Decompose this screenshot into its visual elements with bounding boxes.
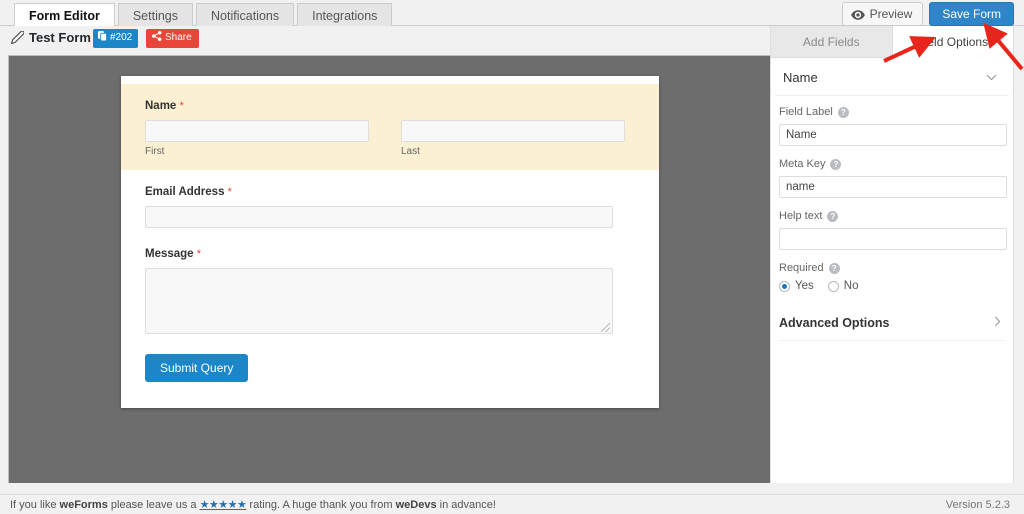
form-title-bar: Test Form #202 Share — [0, 26, 770, 51]
field-label-row: Field Label ? — [779, 106, 1007, 146]
field-label-caption-text: Field Label — [779, 106, 833, 118]
required-asterisk: * — [196, 248, 202, 260]
required-caption: Required ? — [779, 262, 1001, 275]
help-text-caption-text: Help text — [779, 210, 823, 222]
name-first-col: First — [145, 120, 369, 158]
panel-body: Field Label ? Meta Key ? Help text ? — [771, 96, 1013, 292]
help-icon[interactable]: ? — [828, 263, 840, 274]
required-radio-group: Yes No — [779, 280, 1001, 292]
form-field-message[interactable]: Message * — [121, 238, 659, 334]
advanced-options-title: Advanced Options — [779, 316, 890, 330]
form-field-name[interactable]: Name * First Last — [121, 84, 659, 170]
name-inputs-row: First Last — [145, 120, 635, 158]
form-field-name-label: Name * — [145, 100, 635, 113]
panel-section-header-name[interactable]: Name — [775, 58, 1009, 96]
meta-key-input[interactable] — [779, 176, 1007, 198]
footer-text-after: in advance! — [436, 499, 496, 511]
footer-brand-weforms: weForms — [59, 499, 108, 511]
share-badge[interactable]: Share — [146, 29, 199, 48]
required-radio-yes-label: Yes — [795, 280, 814, 292]
preview-button[interactable]: Preview — [841, 2, 924, 26]
help-text-caption: Help text ? — [779, 210, 1001, 223]
form-id-badge-label: #202 — [110, 32, 133, 43]
preview-button-label: Preview — [869, 7, 913, 21]
meta-key-caption: Meta Key ? — [779, 158, 1001, 171]
required-radio-no-label: No — [843, 280, 859, 292]
form-field-email-label-text: Email Address — [145, 186, 225, 198]
advanced-options-row[interactable]: Advanced Options — [779, 308, 1005, 341]
panel-tab-add-fields-label: Add Fields — [802, 34, 860, 49]
tab-settings-label: Settings — [132, 9, 179, 23]
first-name-sublabel: First — [145, 146, 165, 157]
weforms-form-builder-window: Form Editor Settings Notifications Integ… — [0, 0, 1024, 514]
panel-tab-add-fields[interactable]: Add Fields — [771, 26, 892, 58]
panel-tab-field-options[interactable]: Field Options — [891, 26, 1013, 58]
copy-icon — [98, 31, 107, 45]
form-field-email-label: Email Address * — [145, 186, 635, 199]
first-name-input[interactable] — [145, 120, 369, 142]
form-preview-canvas: Name * First Last Email Address * Messag… — [8, 55, 770, 483]
message-textarea[interactable] — [145, 268, 613, 334]
rating-stars-link[interactable]: ★★★★★ — [200, 499, 247, 511]
resize-grip-icon[interactable] — [601, 323, 610, 332]
save-form-button-label: Save Form — [942, 7, 1001, 21]
form-field-name-label-text: Name — [145, 100, 177, 112]
top-action-buttons: Preview Save Form — [841, 2, 1014, 26]
footer-text-mid2: rating. A huge thank you from — [246, 499, 396, 511]
save-form-button[interactable]: Save Form — [929, 2, 1014, 26]
form-title: Test Form — [29, 30, 91, 45]
form-field-email[interactable]: Email Address * — [121, 176, 659, 228]
tab-form-editor-label: Form Editor — [29, 9, 100, 23]
meta-key-row: Meta Key ? — [779, 158, 1007, 198]
required-radio-no[interactable]: No — [827, 280, 859, 292]
radio-yes-indicator[interactable] — [779, 280, 790, 292]
tab-form-editor[interactable]: Form Editor — [14, 3, 115, 27]
required-radio-yes[interactable]: Yes — [779, 280, 814, 292]
radio-no-indicator[interactable] — [827, 280, 839, 292]
help-text-row: Help text ? — [779, 210, 1007, 250]
share-badge-label: Share — [165, 32, 192, 43]
footer-version: Version 5.2.3 — [945, 499, 1010, 511]
form-id-badge[interactable]: #202 — [93, 29, 139, 48]
panel-tabs: Add Fields Field Options — [771, 26, 1013, 58]
meta-key-caption-text: Meta Key — [779, 158, 826, 170]
required-asterisk: * — [227, 186, 232, 198]
required-caption-text: Required — [779, 262, 824, 274]
footer-text-mid: please leave us a — [107, 499, 200, 511]
last-name-input[interactable] — [401, 120, 625, 142]
eye-icon — [850, 9, 865, 20]
panel-section-title: Name — [783, 70, 818, 85]
field-options-panel: Add Fields Field Options Name Field Labe… — [770, 26, 1014, 483]
required-asterisk: * — [179, 100, 184, 112]
name-last-col: Last — [401, 120, 625, 158]
last-name-sublabel: Last — [401, 146, 420, 157]
footer-brand-wedevs: weDevs — [395, 499, 437, 511]
pencil-icon[interactable] — [10, 30, 25, 45]
footer-bar: If you like weForms please leave us a ★★… — [0, 494, 1024, 514]
form-field-message-label-text: Message — [145, 248, 194, 260]
tab-notifications-label: Notifications — [211, 9, 280, 23]
top-tab-bar: Form Editor Settings Notifications Integ… — [0, 0, 1024, 29]
required-row: Required ? Yes No — [779, 262, 1001, 292]
panel-tab-field-options-label: Field Options — [917, 34, 989, 49]
form-field-message-label: Message * — [145, 248, 635, 261]
field-label-caption: Field Label ? — [779, 106, 1001, 119]
chevron-right-icon[interactable] — [994, 316, 1001, 330]
tab-integrations-label: Integrations — [312, 9, 378, 23]
help-icon[interactable]: ? — [827, 211, 839, 222]
help-text-input[interactable] — [779, 228, 1007, 250]
help-icon[interactable]: ? — [830, 159, 842, 170]
submit-query-button[interactable]: Submit Query — [145, 354, 249, 382]
field-label-input[interactable] — [779, 124, 1007, 146]
help-icon[interactable]: ? — [837, 107, 849, 118]
email-input[interactable] — [145, 206, 613, 228]
footer-text-before: If you like — [10, 499, 60, 511]
share-icon — [152, 31, 162, 45]
editor-tabs: Form Editor Settings Notifications Integ… — [14, 2, 395, 29]
chevron-down-icon[interactable] — [986, 72, 997, 84]
footer-credit-text: If you like weForms please leave us a ★★… — [10, 498, 496, 512]
form-card: Name * First Last Email Address * Messag… — [121, 76, 659, 408]
form-submit-row: Submit Query — [121, 344, 659, 382]
